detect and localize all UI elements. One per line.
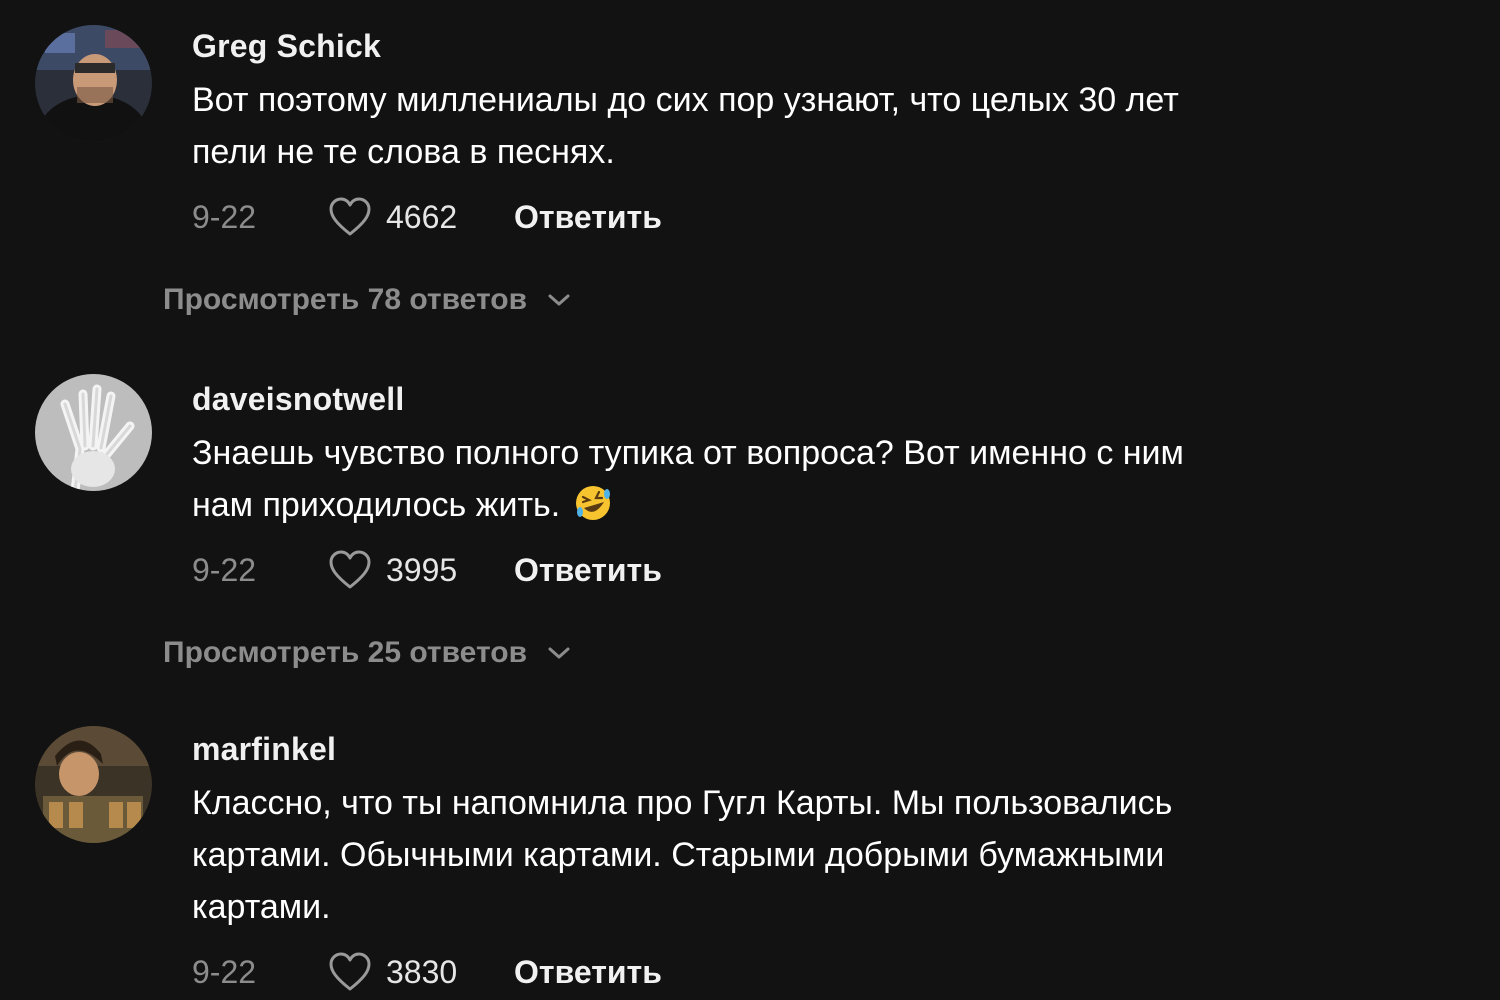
- like-button[interactable]: 3995: [328, 550, 514, 590]
- comment-text-line: картами. Обычными картами. Старыми добры…: [192, 836, 1165, 874]
- comment-text-line: Классно, что ты напомнила про Гугл Карты…: [192, 784, 1173, 822]
- heart-outline-icon: [329, 197, 371, 236]
- avatar[interactable]: [35, 374, 152, 491]
- avatar[interactable]: [35, 25, 152, 142]
- likes-count: 4662: [386, 198, 458, 235]
- comment-date: 9-22: [192, 198, 257, 235]
- comment-meta: 9-22 3995 Ответить: [192, 545, 662, 595]
- chevron-down-icon: [548, 647, 570, 659]
- comment-text: Вот поэтому миллениалы до сих пор узнают…: [192, 74, 1392, 178]
- like-button[interactable]: 3830: [328, 952, 514, 992]
- comment-meta: 9-22 3830 Ответить: [192, 947, 662, 997]
- reply-button[interactable]: Ответить: [514, 954, 662, 991]
- likes-count: 3995: [386, 551, 458, 588]
- rolling-on-floor-laughing-emoji: [576, 486, 611, 520]
- comment-date: 9-22: [192, 551, 257, 588]
- comment-username[interactable]: Greg Schick: [192, 28, 381, 65]
- view-replies-button[interactable]: Просмотреть 25 ответов: [163, 636, 571, 670]
- likes-count: 3830: [386, 953, 458, 990]
- reply-button[interactable]: Ответить: [514, 552, 662, 589]
- reply-button[interactable]: Ответить: [514, 199, 662, 236]
- heart-outline-icon: [329, 550, 371, 589]
- view-replies-label: Просмотреть 78 ответов: [163, 283, 528, 316]
- comment-username[interactable]: marfinkel: [192, 731, 336, 768]
- comment-username[interactable]: daveisnotwell: [192, 381, 404, 418]
- comment-text-line: Вот поэтому миллениалы до сих пор узнают…: [192, 81, 1179, 119]
- chevron-down-icon: [548, 294, 570, 306]
- like-button[interactable]: 4662: [328, 197, 514, 237]
- comment-text: Классно, что ты напомнила про Гугл Карты…: [192, 777, 1392, 933]
- view-replies-button[interactable]: Просмотреть 78 ответов: [163, 283, 571, 317]
- comment-text-line: картами.: [192, 888, 331, 926]
- comment-date: 9-22: [192, 953, 257, 990]
- comment-meta: 9-22 4662 Ответить: [192, 192, 662, 242]
- comment-text-line: Знаешь чувство полного тупика от вопроса…: [192, 434, 1184, 472]
- heart-outline-icon: [329, 952, 371, 991]
- avatar[interactable]: [35, 726, 152, 843]
- comment-text-line: нам приходилось жить.: [192, 479, 1392, 531]
- view-replies-label: Просмотреть 25 ответов: [163, 636, 528, 669]
- comment-text-line: пели не те слова в песнях.: [192, 133, 615, 171]
- comment-text-fragment: нам приходилось жить.: [192, 486, 561, 524]
- comment-text: Знаешь чувство полного тупика от вопроса…: [192, 427, 1392, 531]
